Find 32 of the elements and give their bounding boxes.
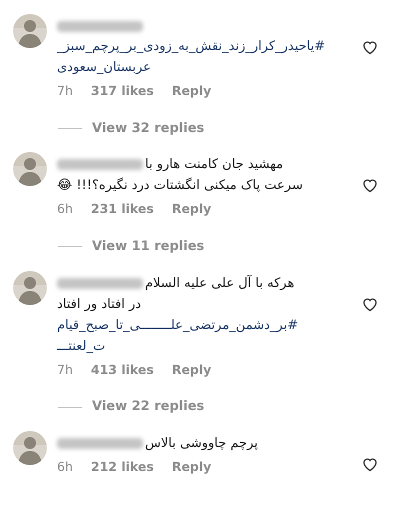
like-count[interactable]: 212 likes — [90, 458, 154, 476]
avatar[interactable] — [13, 14, 47, 48]
heart-icon[interactable] — [362, 456, 378, 472]
hashtag-link[interactable]: عربستان_سعودی — [57, 57, 151, 78]
avatar[interactable] — [13, 430, 47, 465]
view-replies-link[interactable]: View 22 replies — [92, 397, 204, 417]
like-count[interactable]: 231 likes — [90, 200, 154, 219]
comment-text: سرعت پاک میکنی انگشتات درد نگیره؟!!! 😂 — [57, 176, 303, 196]
like-count[interactable]: 413 likes — [90, 360, 154, 380]
comment-text: پرچم چاووشی بالاس — [145, 434, 258, 453]
reply-button[interactable]: Reply — [172, 82, 212, 101]
view-replies-link[interactable]: View 32 replies — [92, 118, 204, 138]
comment-time: 7h — [57, 82, 73, 100]
reply-button[interactable]: Reply — [172, 360, 212, 380]
heart-icon[interactable] — [362, 296, 378, 312]
view-replies-link[interactable]: View 11 replies — [92, 237, 204, 256]
like-count[interactable]: 317 likes — [90, 82, 154, 101]
comment-text: هرکه با آل علی علیه السلام — [145, 274, 294, 292]
hashtag-link[interactable]: ت_لعنتـــ — [57, 336, 106, 356]
avatar[interactable] — [13, 152, 47, 186]
avatar[interactable] — [13, 270, 47, 304]
comment-text: در افتاد ور افتاد — [57, 296, 142, 314]
heart-icon[interactable] — [362, 178, 378, 194]
comment-time: 6h — [57, 200, 73, 218]
comment-text: مهشید جان کامنت هارو با — [145, 156, 284, 174]
hashtag-link[interactable]: #بر_دشمن_مرتضی_علــــــــی_تا_صبح_قیام — [57, 314, 298, 336]
comment-time: 6h — [57, 458, 73, 476]
heart-icon[interactable] — [362, 40, 378, 55]
comment-time: 7h — [57, 360, 73, 378]
reply-button[interactable]: Reply — [172, 200, 212, 219]
hashtag-link[interactable]: #یاحیدر_کرار_زند_نقش_به_زودی_بر_پرچم_سبز_ — [57, 36, 326, 57]
reply-button[interactable]: Reply — [172, 458, 212, 476]
